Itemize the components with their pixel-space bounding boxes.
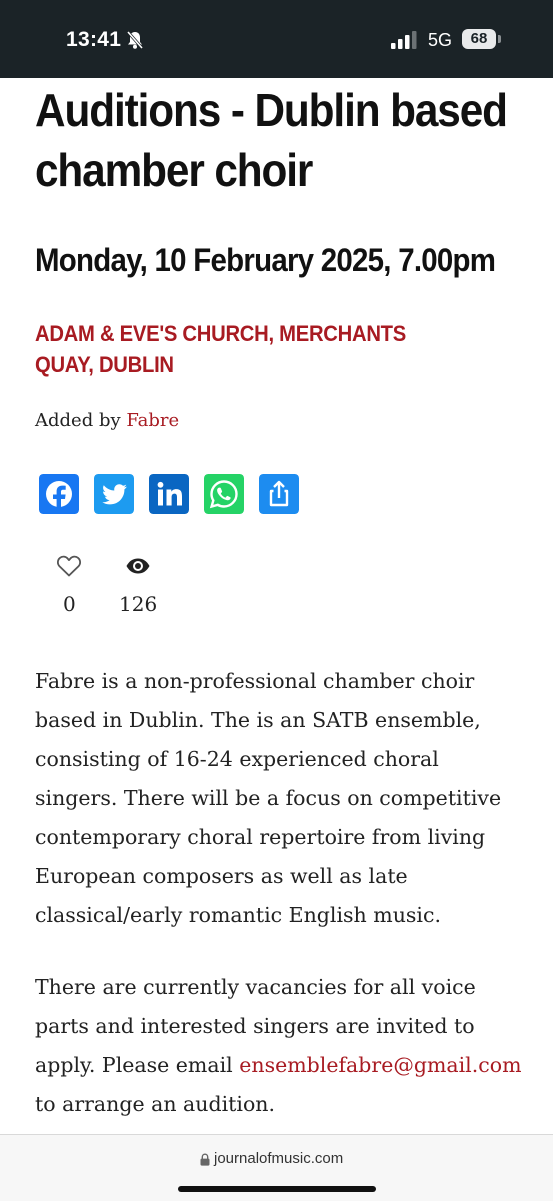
description-paragraph-1: Fabre is a non-professional chamber choi… (35, 669, 502, 927)
bell-muted-icon (126, 31, 144, 49)
article: Auditions - Dublin based chamber choir M… (35, 80, 535, 1116)
added-by-user-link[interactable]: Fabre (126, 410, 179, 431)
description-paragraph-2: There are currently vacancies for all vo… (35, 968, 525, 1124)
eye-icon (126, 558, 150, 574)
likes-count: 0 (63, 592, 76, 616)
home-indicator[interactable] (178, 1186, 376, 1192)
browser-url-bar[interactable]: journalofmusic.com (0, 1134, 553, 1201)
heart-icon[interactable] (56, 554, 82, 578)
battery-indicator: 68 (462, 29, 496, 49)
lock-icon (200, 1153, 210, 1166)
added-by: Added by Fabre (35, 410, 179, 431)
whatsapp-icon[interactable] (204, 474, 244, 514)
article-stats: 0 126 (35, 554, 235, 624)
event-date: Monday, 10 February 2025, 7.00pm (35, 242, 496, 278)
added-by-label: Added by (35, 410, 121, 431)
twitter-icon[interactable] (94, 474, 134, 514)
linkedin-icon[interactable] (149, 474, 189, 514)
url-text[interactable]: journalofmusic.com (214, 1150, 343, 1167)
status-bar: 13:41 5G 68 (0, 0, 553, 78)
battery-tip (498, 35, 501, 43)
page-title: Auditions - Dublin based chamber choir (35, 84, 508, 196)
event-venue[interactable]: ADAM & EVE'S CHURCH, MERCHANTS QUAY, DUB… (35, 318, 467, 380)
email-link[interactable]: ensemblefabre@gmail.com (239, 1053, 521, 1077)
signal-icon (391, 31, 417, 49)
views-count: 126 (119, 592, 158, 616)
facebook-icon[interactable] (39, 474, 79, 514)
paragraph-2-end: to arrange an audition. (35, 1092, 276, 1116)
status-time: 13:41 (66, 28, 122, 51)
share-icon[interactable] (259, 474, 299, 514)
network-type: 5G (428, 30, 453, 50)
